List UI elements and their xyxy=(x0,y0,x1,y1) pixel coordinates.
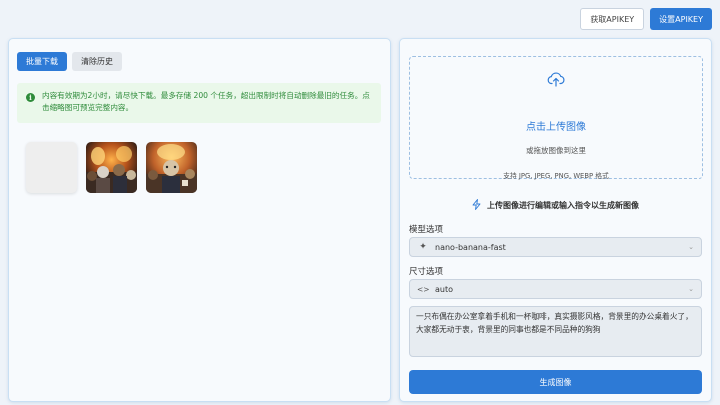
model-select[interactable]: ✦ nano-banana-fast ⌄ xyxy=(409,237,702,257)
thumbnail-image[interactable] xyxy=(146,142,197,193)
upload-formats: 支持 JPG, JPEG, PNG, WEBP 格式 xyxy=(503,172,609,180)
code-brackets-icon: <> xyxy=(417,284,430,294)
hint-text: 上传图像进行编辑或输入指令以生成新图像 xyxy=(487,201,639,210)
model-value: nano-banana-fast xyxy=(435,242,506,252)
history-panel: 批量下载 清除历史 i 内容有效期为2小时，请尽快下载。最多存储 200 个任务… xyxy=(8,38,391,402)
prompt-input[interactable]: 一只布偶在办公室拿着手机和一杯咖啡，真实摄影风格，背景里的办公桌着火了，大家都无… xyxy=(409,306,702,357)
expiry-notice: i 内容有效期为2小时，请尽快下载。最多存储 200 个任务，超出限制时将自动删… xyxy=(17,83,381,123)
thumbnail-list xyxy=(26,142,197,193)
set-apikey-button[interactable]: 设置APIKEY xyxy=(650,8,712,30)
upload-dropzone[interactable]: 点击上传图像 或拖放图像到这里 支持 JPG, JPEG, PNG, WEBP … xyxy=(409,56,703,180)
sparkle-icon: ✦ xyxy=(419,242,427,252)
get-apikey-button[interactable]: 获取APIKEY xyxy=(580,8,645,30)
lightning-icon xyxy=(472,199,481,212)
thumbnail-image[interactable] xyxy=(86,142,137,193)
cloud-upload-icon xyxy=(547,71,565,91)
top-bar: 获取APIKEY 设置APIKEY xyxy=(580,8,712,30)
generator-panel: 点击上传图像 或拖放图像到这里 支持 JPG, JPEG, PNG, WEBP … xyxy=(399,38,712,402)
size-select[interactable]: <> auto ⌄ xyxy=(409,279,702,299)
model-label: 模型选项 xyxy=(409,225,444,235)
generate-image-button[interactable]: 生成图像 xyxy=(409,370,702,394)
instruction-hint: 上传图像进行编辑或输入指令以生成新图像 xyxy=(400,199,711,212)
history-tabs: 批量下载 清除历史 xyxy=(17,52,122,71)
chevron-down-icon: ⌄ xyxy=(688,285,694,293)
upload-subtitle: 或拖放图像到这里 xyxy=(526,146,586,155)
upload-title: 点击上传图像 xyxy=(526,122,586,133)
size-value: auto xyxy=(435,284,454,294)
chevron-down-icon: ⌄ xyxy=(688,243,694,251)
notice-text: 内容有效期为2小时，请尽快下载。最多存储 200 个任务，超出限制时将自动删除最… xyxy=(42,91,370,112)
clear-history-button[interactable]: 清除历史 xyxy=(72,52,122,71)
thumbnail-placeholder[interactable] xyxy=(26,142,77,193)
batch-download-button[interactable]: 批量下载 xyxy=(17,52,67,71)
size-label: 尺寸选项 xyxy=(409,267,444,277)
info-icon: i xyxy=(26,93,35,102)
